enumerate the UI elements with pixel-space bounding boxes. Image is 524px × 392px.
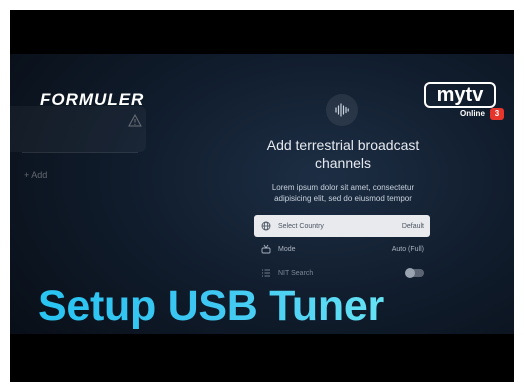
row-value: Default	[401, 222, 424, 230]
mytv-version-badge: 3	[490, 108, 504, 120]
row-label: Select Country	[278, 222, 324, 230]
mytv-online-logo: mytv Online 3	[424, 82, 504, 122]
letterbox-top	[10, 10, 514, 54]
row-value: Auto (Full)	[391, 245, 424, 253]
left-divider	[22, 152, 138, 153]
dialog-description: Lorem ipsum dolor sit amet, consectetur …	[271, 183, 415, 203]
formuler-logo: FORMULER	[40, 90, 145, 109]
warning-icon	[128, 114, 142, 127]
nit-search-toggle[interactable]	[405, 268, 424, 278]
mytv-logo-text: mytv	[424, 82, 496, 108]
mode-row[interactable]: Mode Auto (Full)	[254, 238, 430, 260]
nit-search-row[interactable]: NIT Search	[254, 262, 430, 284]
letterbox-bottom	[10, 334, 514, 382]
left-panel-item	[10, 106, 146, 152]
dialog-title: Add terrestrial broadcast channels	[266, 137, 420, 171]
video-frame: + Add FORMULER mytv Online 3 Add terrest…	[10, 10, 514, 382]
row-label: Mode	[278, 245, 296, 253]
voice-search-button[interactable]	[326, 94, 358, 126]
select-country-row[interactable]: Select Country Default	[254, 215, 430, 237]
mytv-subtitle: Online	[460, 109, 485, 118]
waveform-icon	[335, 103, 349, 117]
globe-icon	[260, 220, 272, 232]
row-label: NIT Search	[278, 269, 314, 277]
antenna-icon	[260, 243, 272, 255]
list-icon	[260, 267, 272, 279]
video-headline: Setup USB Tuner	[38, 282, 384, 330]
add-item[interactable]: + Add	[24, 170, 47, 180]
